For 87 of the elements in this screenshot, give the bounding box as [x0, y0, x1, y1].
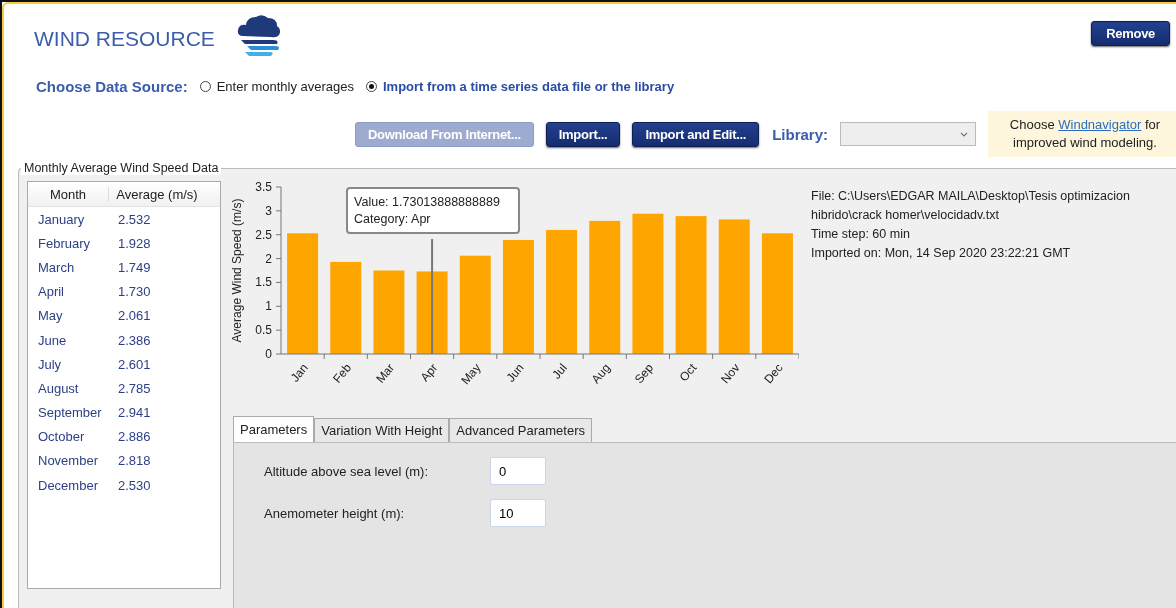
library-label: Library:: [772, 125, 828, 143]
table-cell-text: June: [37, 332, 68, 348]
bar[interactable]: [546, 229, 578, 354]
table-cell-text: October: [37, 429, 86, 445]
tick-label: Aug: [588, 360, 614, 387]
radio-label[interactable]: Import from a time series data file or the library: [383, 79, 675, 94]
page-title: WIND RESOURCE: [34, 27, 215, 51]
tick-label: 1: [265, 299, 272, 314]
table-cell-text: December: [37, 477, 99, 493]
action-button[interactable]: Import...: [545, 121, 621, 147]
chevron-down-icon: [960, 131, 968, 137]
tick-label: Jan: [287, 360, 311, 385]
table-cell-text: 2.886: [118, 429, 152, 445]
column-header[interactable]: Average (m/s): [109, 186, 205, 202]
tick-label: Jul: [549, 360, 570, 382]
column-header[interactable]: Month: [28, 186, 109, 202]
table-cell-text: August: [37, 380, 80, 396]
radio-button[interactable]: [199, 81, 211, 92]
bar[interactable]: [416, 271, 448, 354]
bar[interactable]: [373, 270, 405, 354]
tick-label: 2: [265, 251, 272, 266]
table-cell-text: 2.386: [118, 332, 152, 348]
table-cell-text: 2.785: [118, 380, 152, 396]
table-cell-text: March: [37, 259, 76, 275]
library-dropdown[interactable]: [840, 122, 976, 146]
table-cell-text: February: [37, 235, 92, 251]
table-cell-text: May: [37, 308, 64, 324]
tick-label: Dec: [761, 360, 786, 387]
tick-label: 3.5: [255, 180, 272, 194]
table-cell-text: 2.061: [118, 308, 152, 324]
tick-label: Jun: [503, 360, 527, 385]
table-cell-text: 1.928: [118, 235, 152, 251]
radio-label[interactable]: Enter monthly averages: [216, 79, 354, 94]
radio-button[interactable]: [366, 81, 377, 92]
tick-label: Mar: [373, 360, 398, 386]
tab[interactable]: Variation With Height: [314, 418, 450, 442]
bar[interactable]: [502, 239, 534, 354]
tick-label: Sep: [631, 360, 657, 387]
remove-button[interactable]: Remove: [1091, 21, 1170, 46]
table-cell-text: 2.818: [118, 453, 152, 469]
bar[interactable]: [287, 233, 319, 354]
tab[interactable]: Advanced Parameters: [449, 418, 592, 442]
tick-label: 2.5: [255, 227, 272, 242]
tick-label: 0.5: [255, 323, 272, 338]
bar[interactable]: [330, 261, 362, 354]
bar[interactable]: [718, 219, 750, 354]
table-cell-text: 2.941: [118, 405, 152, 421]
tooltip-value: 1.73013888888889: [392, 195, 500, 209]
axis-title: Average Wind Speed (m/s): [230, 198, 244, 343]
input-field[interactable]: 0: [490, 457, 546, 485]
tick-label: Apr: [417, 360, 441, 385]
action-button[interactable]: Import and Edit...: [632, 121, 760, 147]
table-cell-text: April: [37, 284, 65, 300]
tooltip-value: Apr: [411, 212, 431, 226]
tick-label: 0: [265, 347, 272, 361]
tick-label: 3: [265, 203, 272, 218]
tick-label: 1.5: [255, 275, 272, 290]
field-label: Altitude above sea level (m):: [264, 463, 430, 479]
field-label: Anemometer height (m):: [264, 505, 406, 521]
note-text: Choose Windnavigator for improved wind modeling.: [1009, 117, 1161, 150]
bar[interactable]: [761, 233, 793, 354]
table-cell-text: 2.532: [118, 211, 152, 227]
group-title: Monthly Average Wind Speed Data: [21, 161, 222, 175]
tick-label: Feb: [330, 360, 355, 386]
table-cell-text: November: [37, 453, 99, 469]
tick-label: Oct: [676, 360, 700, 385]
tooltip-label: Category:: [354, 212, 409, 226]
table-cell-text: July: [37, 356, 63, 372]
file-info-text: Time step: 60 min: [811, 226, 911, 243]
tick-label: Nov: [718, 360, 743, 387]
tab[interactable]: Parameters: [233, 416, 315, 442]
table-cell-text: January: [37, 211, 86, 227]
table-cell-text: September: [37, 405, 103, 421]
table-cell-text: 2.530: [118, 477, 152, 493]
table-cell-text: 1.749: [118, 259, 152, 275]
bar[interactable]: [589, 220, 621, 354]
data-source-label: Choose Data Source:: [36, 78, 188, 95]
table-cell-text: 2.601: [118, 356, 152, 372]
windnavigator-link[interactable]: Windnavigator: [1058, 117, 1142, 132]
table-cell-text: 1.730: [118, 284, 152, 300]
bar[interactable]: [459, 255, 491, 354]
file-info-text: File: C:\Users\EDGAR MAILA\Desktop\Tesis optimizacion hibrido\crack homer\velocidadv.txt: [811, 188, 1131, 224]
bar[interactable]: [675, 216, 707, 354]
file-info-text: Imported on: Mon, 14 Sep 2020 23:22:21 GMT: [811, 245, 1072, 262]
bar[interactable]: [632, 213, 664, 354]
input-field[interactable]: 10: [490, 499, 546, 527]
tooltip-label: Value:: [354, 195, 389, 209]
